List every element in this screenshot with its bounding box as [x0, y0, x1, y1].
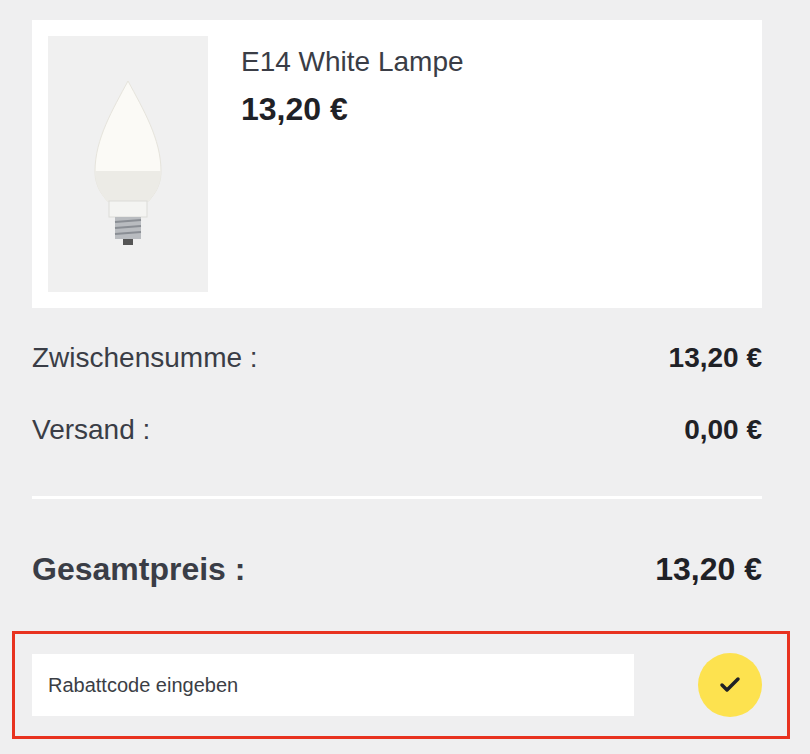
lamp-icon — [93, 79, 163, 249]
summary-value: 0,00 € — [684, 414, 762, 446]
apply-button[interactable] — [698, 653, 762, 717]
summary-row: Zwischensumme : 13,20 € — [32, 328, 762, 388]
product-price: 13,20 € — [241, 90, 464, 128]
total-row: Gesamtpreis : 13,20 € — [32, 539, 762, 599]
product-image — [48, 36, 208, 292]
cart-summary: E14 White Lampe 13,20 € Zwischensumme : 13,… — [0, 0, 810, 754]
check-icon — [718, 673, 742, 697]
total-label: Gesamtpreis : — [32, 551, 245, 588]
product-card: E14 White Lampe 13,20 € — [32, 20, 762, 308]
summary: Zwischensumme : 13,20 € Versand : 0,00 € — [32, 328, 762, 460]
summary-row: Versand : 0,00 € — [32, 400, 762, 460]
summary-label: Versand : — [32, 414, 150, 446]
product-name: E14 White Lampe — [241, 44, 464, 80]
product-info: E14 White Lampe 13,20 € — [241, 36, 464, 292]
discount-input[interactable] — [32, 654, 634, 716]
summary-value: 13,20 € — [669, 342, 762, 374]
total-value: 13,20 € — [655, 551, 762, 588]
summary-label: Zwischensumme : — [32, 342, 258, 374]
divider — [32, 496, 762, 499]
discount-box — [12, 631, 790, 739]
